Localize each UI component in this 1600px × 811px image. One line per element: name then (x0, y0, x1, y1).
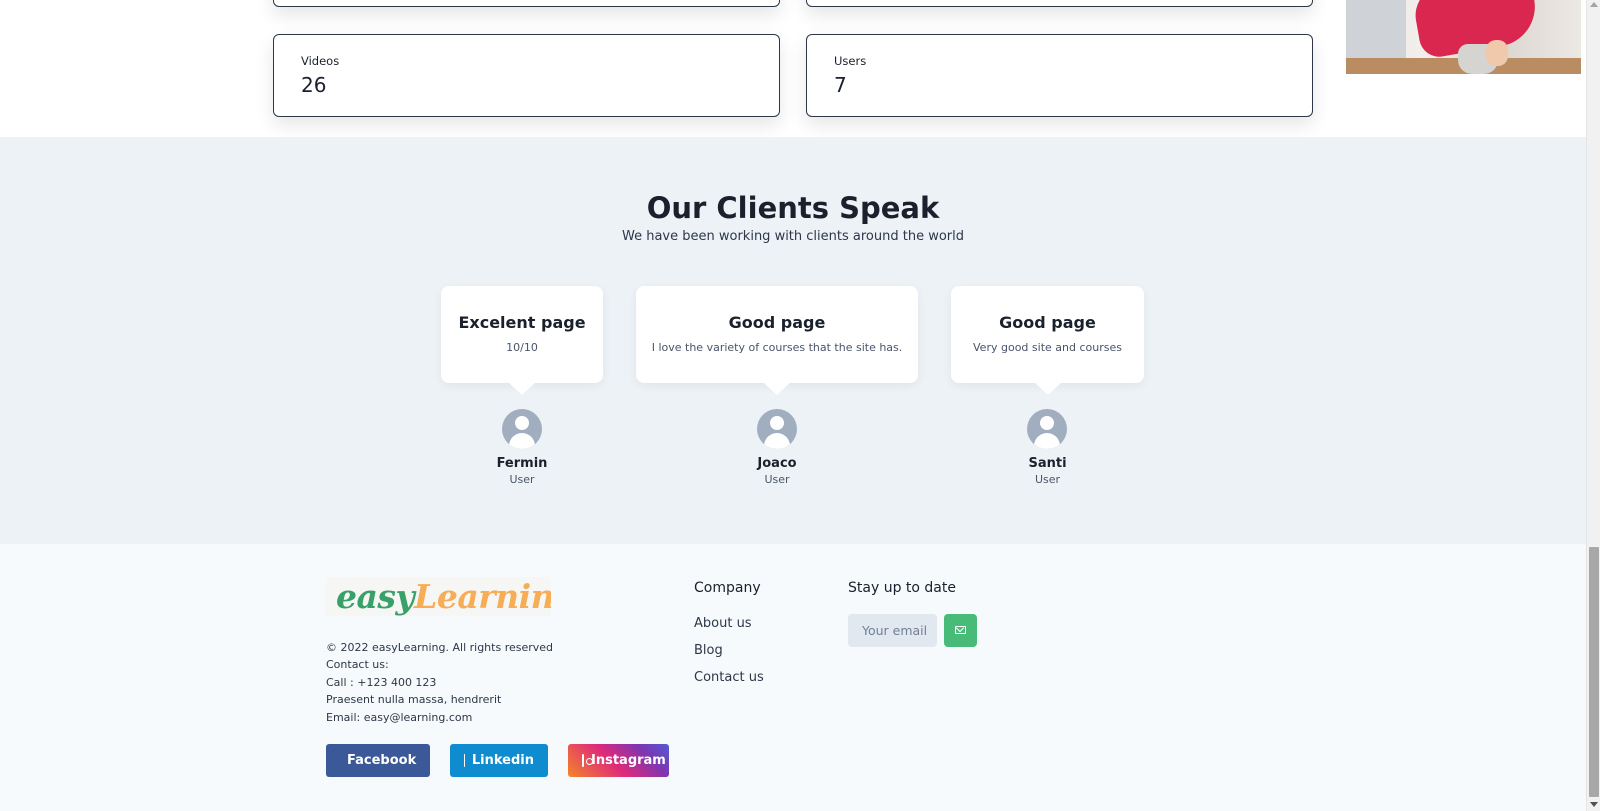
testimonial-name: Joaco (757, 456, 797, 471)
testimonial-title: Good page (999, 313, 1096, 332)
clients-subtitle: We have been working with clients around… (622, 229, 964, 244)
stat-card-partial (273, 0, 780, 7)
stat-label: Users (834, 54, 867, 68)
user-avatar-icon (757, 409, 797, 449)
send-mail-icon (955, 626, 966, 634)
scroll-down-icon[interactable] (1590, 802, 1598, 807)
testimonial-role: User (764, 473, 790, 486)
testimonial-text: I love the variety of courses that the s… (651, 341, 903, 354)
scroll-up-icon[interactable] (1590, 2, 1598, 7)
instagram-icon (582, 754, 593, 767)
testimonial-title: Good page (728, 313, 826, 332)
copyright-text: © 2022 easyLearning. All rights reserved (326, 641, 554, 654)
testimonial-text: Very good site and courses (973, 341, 1122, 354)
linkedin-icon (464, 754, 472, 767)
newsletter-submit-button[interactable] (944, 614, 977, 647)
newsletter-email-input[interactable] (848, 614, 937, 647)
testimonial-card: Excelent page 10/10 Fermin User (441, 286, 603, 486)
instagram-button[interactable]: Instagram (568, 744, 669, 777)
testimonial-card: Good page I love the variety of courses … (636, 286, 918, 486)
testimonial-name: Santi (1028, 456, 1067, 471)
stat-label: Videos (301, 54, 340, 68)
logo-text-learning: Learning (414, 577, 551, 616)
contact-phone: Call : +123 400 123 (326, 675, 437, 689)
newsletter-heading: Stay up to date (848, 580, 956, 596)
clients-section: Our Clients Speak We have been working w… (0, 137, 1586, 544)
stats-section: Videos 26 Users 7 (0, 0, 1586, 137)
company-heading: Company (694, 580, 761, 596)
about-us-link[interactable]: About us (694, 616, 752, 631)
testimonial-title: Excelent page (458, 313, 586, 332)
testimonial-card: Good page Very good site and courses San… (951, 286, 1144, 486)
testimonial-name: Fermin (496, 456, 548, 471)
clients-title: Our Clients Speak (646, 191, 940, 225)
stat-card-videos: Videos 26 (273, 34, 780, 117)
testimonial-text: 10/10 (506, 341, 538, 354)
footer-info: © 2022 easyLearning. All rights reserved… (326, 639, 553, 726)
hero-photo (1346, 0, 1581, 74)
site-footer: easyLearning © 2022 easyLearning. All ri… (0, 544, 1586, 811)
logo-text-easy: easy (336, 577, 415, 616)
testimonial-role: User (1034, 473, 1061, 486)
testimonial-bubble: Good page I love the variety of courses … (636, 286, 918, 395)
stat-value: 26 (301, 73, 327, 97)
stat-value: 7 (834, 73, 847, 97)
facebook-button[interactable]: Facebook (326, 744, 430, 777)
stat-card-users: Users 7 (806, 34, 1313, 117)
scrollbar-thumb[interactable] (1589, 547, 1599, 797)
contact-address: Praesent nulla massa, hendrerit (326, 693, 502, 707)
linkedin-button[interactable]: Linkedin (450, 744, 548, 777)
contact-us-link[interactable]: Contact us (694, 670, 764, 685)
blog-link[interactable]: Blog (694, 643, 723, 658)
contact-label: Contact us: (326, 658, 389, 672)
stat-card-partial (806, 0, 1313, 7)
linkedin-label: Linkedin (471, 753, 534, 768)
instagram-label: Instagram (591, 753, 666, 768)
page-scrollbar[interactable] (1586, 0, 1600, 811)
contact-email: Email: easy@learning.com (326, 710, 473, 724)
testimonial-bubble: Good page Very good site and courses (951, 286, 1144, 395)
brand-logo[interactable]: easyLearning (326, 577, 551, 616)
facebook-label: Facebook (347, 753, 417, 768)
testimonial-bubble: Excelent page 10/10 (441, 286, 603, 395)
user-avatar-icon (502, 409, 542, 449)
user-avatar-icon (1027, 409, 1067, 449)
testimonial-role: User (509, 473, 535, 486)
